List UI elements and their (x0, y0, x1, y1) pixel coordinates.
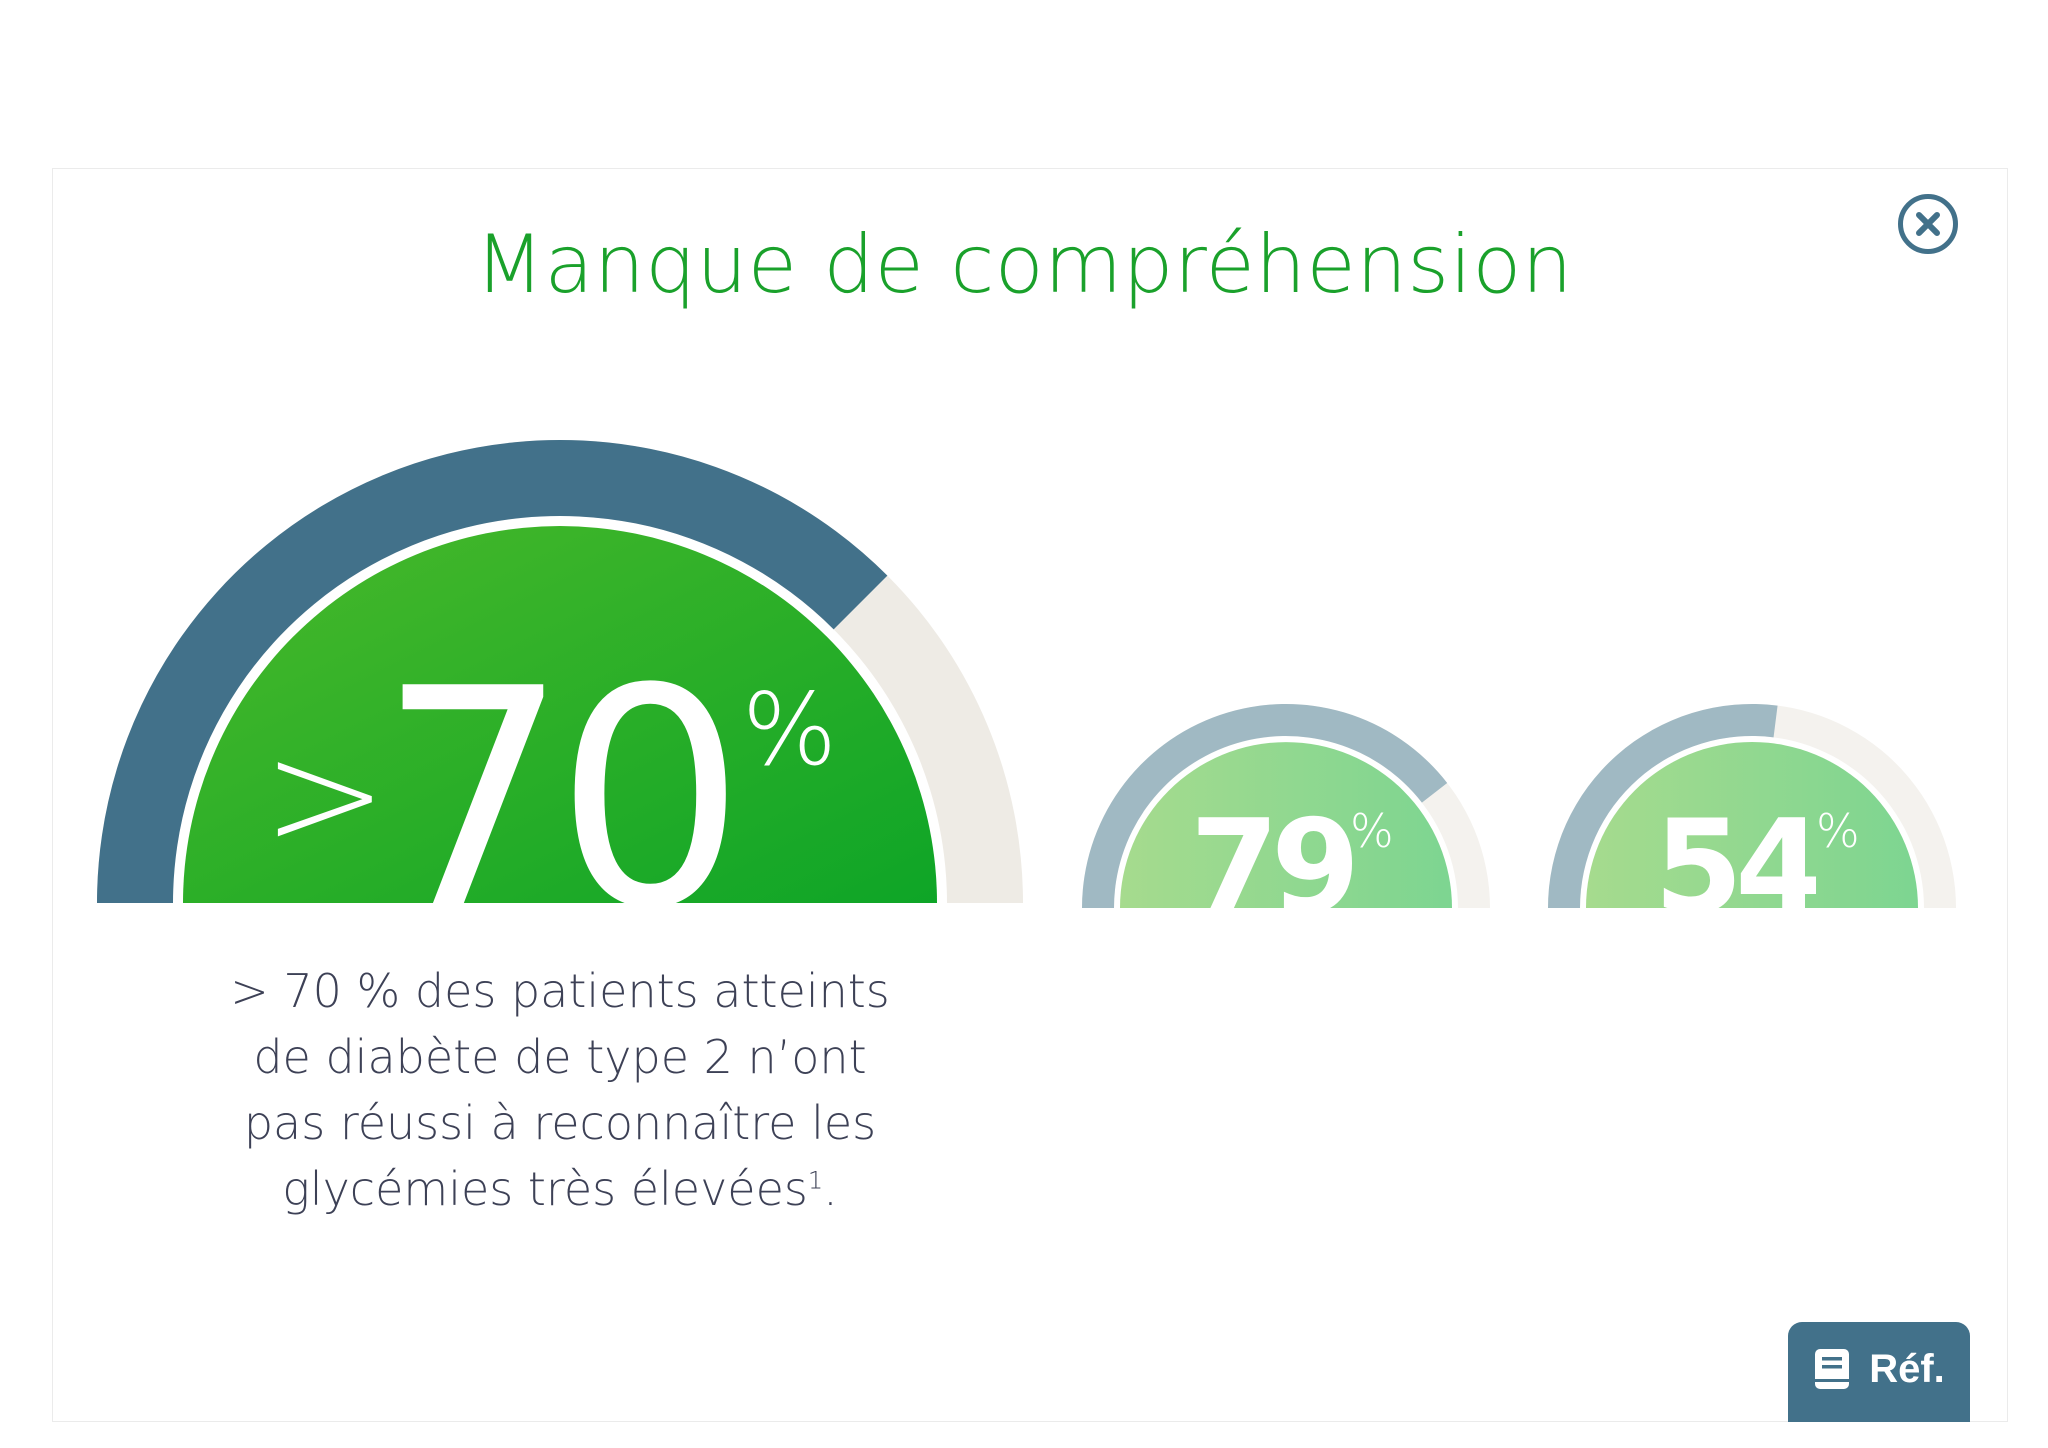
description-line: > 70 % des patients atteints (230, 964, 890, 1018)
second-gauge-unit: % (1350, 804, 1394, 858)
second-gauge-value: 79 (1190, 804, 1353, 910)
references-button[interactable]: Réf. (1788, 1322, 1970, 1422)
page-title: Manque de compréhension (475, 218, 1573, 311)
description-end: . (823, 1162, 838, 1216)
third-gauge-unit: % (1816, 804, 1860, 858)
description-text: > 70 % des patients atteints de diabète … (190, 958, 930, 1222)
description-line: de diabète de type 2 n’ont (253, 1030, 867, 1084)
book-icon (1813, 1347, 1853, 1391)
third-gauge-value: 54 (1654, 804, 1817, 910)
description-line-text: glycémies très élevées (282, 1162, 808, 1216)
references-label: Réf. (1869, 1346, 1945, 1391)
main-gauge-value: 70 (378, 650, 732, 904)
footnote-ref[interactable]: 1 (808, 1167, 823, 1195)
description-line: pas réussi à reconnaître les (243, 1096, 877, 1150)
close-icon (1913, 209, 1943, 239)
main-gauge-unit: % (742, 671, 838, 788)
main-gauge-prefix: > (262, 708, 388, 882)
description-line: glycémies très élevées1. (190, 1156, 930, 1222)
close-button[interactable] (1898, 194, 1958, 254)
